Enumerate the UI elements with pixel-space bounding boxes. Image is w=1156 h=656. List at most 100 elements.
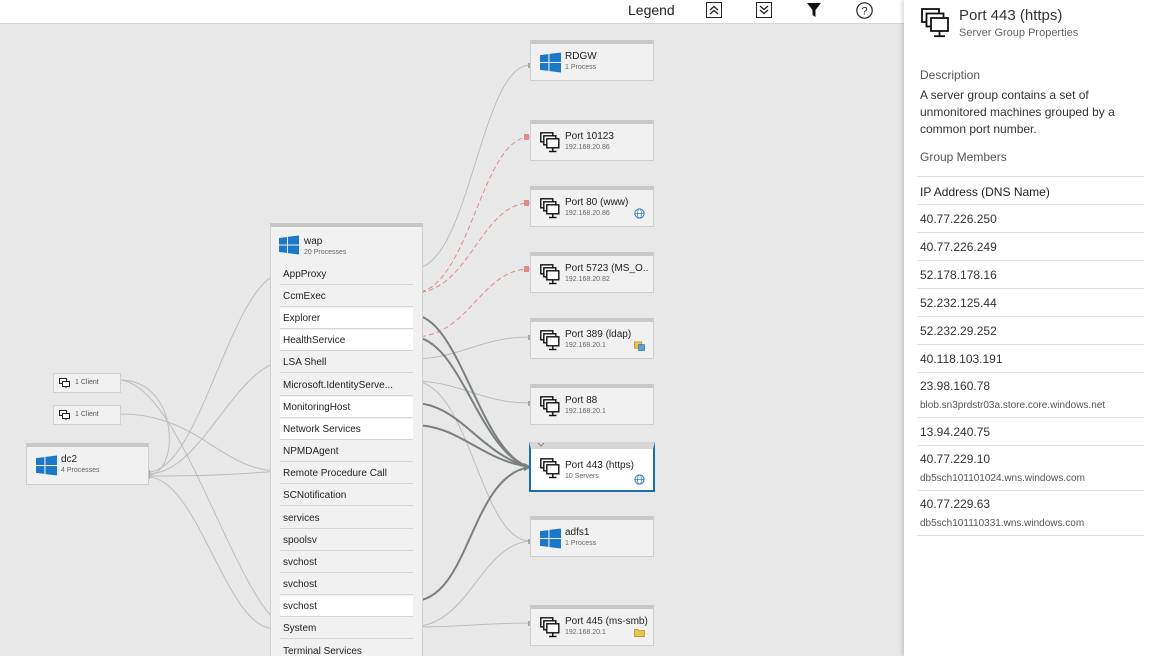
process-svchost-2[interactable]: svchost [280,574,413,595]
edge [147,476,281,629]
node-port-88[interactable]: Port 88 192.168.20.1 [530,384,654,425]
node-subtitle: 4 Processes [61,467,100,474]
node-title: RDGW [565,51,597,62]
server-group-icon [540,198,560,219]
process-microsoft-identityserver[interactable]: Microsoft.IdentityServe... [280,375,413,396]
table-row[interactable]: 40.77.229.10 db5sch101101024.wns.windows… [917,446,1144,491]
process-lsa-shell[interactable]: LSA Shell [280,352,413,373]
node-port-443-selected[interactable]: Port 443 (https) 10 Servers [529,442,655,492]
filter-icon[interactable] [805,1,823,19]
process-services[interactable]: services [280,508,413,529]
node-port-80[interactable]: Port 80 (www) 192.168.20.86 [530,186,654,227]
process-npmdagent[interactable]: NPMDAgent [280,441,413,462]
table-row[interactable]: 40.77.229.63 db5sch101110331.wns.windows… [917,491,1144,536]
node-title: Port 5723 (MS_O... [565,263,649,274]
table-row[interactable]: 40.77.226.250 [917,205,1144,233]
svg-text:?: ? [861,5,867,17]
table-row[interactable]: 40.77.226.249 [917,233,1144,261]
table-row[interactable]: 52.178.178.16 [917,261,1144,289]
description-text: A server group contains a set of unmonit… [920,88,1115,136]
member-dns: db5sch101110331.wns.windows.com [920,518,1085,529]
edge [147,470,281,477]
node-subtitle: 192.168.20.86 [565,210,610,217]
dependency-map-canvas[interactable]: RDGW 1 Process Port 10123 192.168.20.86 … [0,25,904,656]
process-monitoringhost[interactable]: MonitoringHost [280,397,413,418]
server-group-icon [540,330,560,351]
edge [412,64,531,270]
process-terminal-services[interactable]: Terminal Services [280,641,413,656]
member-dns: blob.sn3prdstr03a.store.core.windows.net [920,400,1106,411]
edge [119,379,281,626]
process-system[interactable]: System [280,618,413,639]
node-port-389[interactable]: Port 389 (ldap) 192.168.20.1 [530,318,654,359]
description-heading: Description [920,68,981,82]
process-svchost-3[interactable]: svchost [280,596,413,617]
server-group-icon [540,132,560,153]
globe-icon [634,208,645,219]
member-ip: 40.118.103.191 [920,352,1003,366]
member-ip: 52.178.178.16 [920,268,997,282]
group-members-table: IP Address (DNS Name) 40.77.226.250 40.7… [917,176,1144,536]
table-row[interactable]: 52.232.29.252 [917,317,1144,345]
client-label: 1 Client [75,379,99,386]
client-group-2[interactable]: 1 Client [53,405,121,425]
client-icon [59,410,70,421]
node-subtitle: 192.168.20.1 [565,342,606,349]
process-explorer[interactable]: Explorer [280,308,413,329]
windows-icon [279,235,299,255]
process-spoolsv[interactable]: spoolsv [280,530,413,551]
member-ip: 13.94.240.75 [920,425,991,439]
process-ccmexec[interactable]: CcmExec [280,286,413,307]
member-ip: 23.98.160.78 [920,379,991,393]
node-title: dc2 [61,454,78,465]
node-subtitle: 1 Process [565,540,597,547]
node-subtitle: 20 Processes [304,249,347,256]
member-ip: 40.77.229.10 [920,452,991,466]
process-network-services[interactable]: Network Services [280,419,413,440]
member-ip: 52.232.29.252 [920,324,997,338]
panel-subtitle: Server Group Properties [959,27,1079,39]
server-group-icon [540,458,560,479]
windows-icon [540,52,561,73]
node-port-445[interactable]: Port 445 (ms-smb) 192.168.20.1 [530,605,654,646]
server-group-icon [540,264,560,285]
member-ip: 40.77.226.249 [920,240,997,254]
member-ip: 40.77.226.250 [920,212,997,226]
node-adfs1[interactable]: adfs1 1 Process [530,516,654,557]
table-row[interactable]: 13.94.240.75 [917,418,1144,446]
connection-edges [119,63,532,629]
expand-all-icon[interactable] [755,1,773,19]
node-subtitle: 10 Servers [565,473,599,480]
node-wap[interactable]: wap 20 Processes AppProxy CcmExec Explor… [270,223,423,656]
properties-panel: Port 443 (https) Server Group Properties… [904,0,1156,656]
process-scnotification[interactable]: SCNotification [280,485,413,506]
edge-failed [412,136,531,294]
process-remote-procedure-call[interactable]: Remote Procedure Call [280,463,413,484]
member-ip: 40.77.229.63 [920,497,991,511]
node-port-5723[interactable]: Port 5723 (MS_O... 192.168.20.82 [530,252,654,293]
node-subtitle: 192.168.20.1 [565,629,606,636]
table-row[interactable]: 23.98.160.78 blob.sn3prdstr03a.store.cor… [917,373,1144,418]
client-icon [59,378,70,389]
client-label: 1 Client [75,411,99,418]
help-icon[interactable]: ? [855,1,873,19]
node-subtitle: 192.168.20.86 [565,144,610,151]
windows-icon [36,455,57,476]
process-healthservice[interactable]: HealthService [280,330,413,351]
node-dc2[interactable]: dc2 4 Processes [26,443,149,485]
server-group-icon [921,8,949,38]
node-title: Port 10123 [565,131,614,142]
panel-title: Port 443 (https) [959,7,1063,24]
node-port-10123[interactable]: Port 10123 192.168.20.86 [530,120,654,161]
process-appproxy[interactable]: AppProxy [280,264,413,285]
table-row[interactable]: 40.118.103.191 [917,345,1144,373]
node-title: adfs1 [565,527,590,538]
legend-button[interactable]: Legend [628,2,675,18]
chevron-down-icon[interactable] [537,442,545,448]
collapse-all-icon[interactable] [705,1,723,19]
process-svchost-1[interactable]: svchost [280,552,413,573]
table-row[interactable]: 52.232.125.44 [917,289,1144,317]
node-rdgw[interactable]: RDGW 1 Process [530,40,654,81]
client-group-1[interactable]: 1 Client [53,373,121,393]
edge [412,336,531,360]
